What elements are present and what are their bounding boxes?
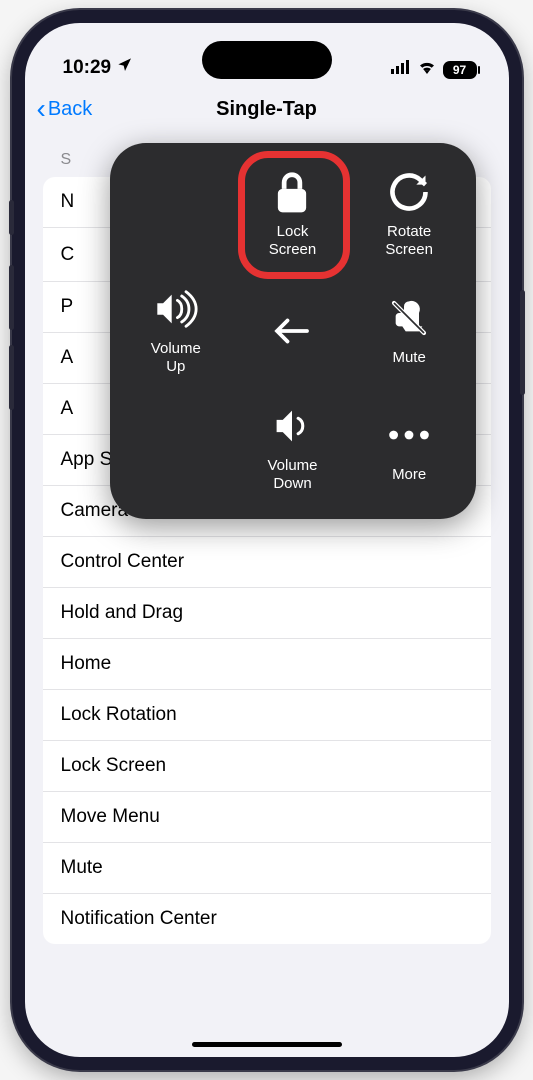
mute-button[interactable]: Mute: [351, 272, 468, 389]
rotate-screen-button[interactable]: Rotate Screen: [351, 155, 468, 272]
status-left: 10:29: [63, 57, 134, 79]
battery-percent: 97: [453, 63, 466, 77]
side-button: [9, 265, 14, 330]
list-item[interactable]: Move Menu: [43, 792, 491, 843]
overlay-spacer: [118, 390, 235, 507]
phone-frame: 10:29 97 ‹ Back S: [12, 10, 522, 1070]
status-right: 97: [391, 60, 477, 79]
side-button: [9, 345, 14, 410]
wifi-icon: [417, 60, 437, 79]
lock-screen-button[interactable]: Lock Screen: [234, 155, 351, 272]
list-item[interactable]: Lock Screen: [43, 741, 491, 792]
list-item[interactable]: Home: [43, 639, 491, 690]
more-button[interactable]: More: [351, 390, 468, 507]
side-button: [520, 290, 525, 395]
rotate-screen-label: Rotate Screen: [385, 223, 433, 259]
list-item[interactable]: Hold and Drag: [43, 588, 491, 639]
list-item[interactable]: Lock Rotation: [43, 690, 491, 741]
volume-down-button[interactable]: Volume Down: [234, 390, 351, 507]
overlay-spacer: [118, 155, 235, 272]
list-item[interactable]: Control Center: [43, 537, 491, 588]
phone-screen: 10:29 97 ‹ Back S: [25, 23, 509, 1057]
status-time: 10:29: [63, 57, 112, 79]
volume-up-icon: [153, 286, 199, 332]
more-label: More: [392, 466, 426, 484]
back-arrow-button[interactable]: [234, 272, 351, 389]
mute-icon: [386, 295, 432, 341]
more-dots-icon: [386, 412, 432, 458]
battery-icon: 97: [443, 61, 477, 79]
volume-down-label: Volume Down: [267, 457, 317, 493]
chevron-left-icon: ‹: [37, 95, 46, 123]
back-button[interactable]: ‹ Back: [37, 95, 93, 123]
cellular-signal-icon: [391, 60, 411, 79]
mute-label: Mute: [392, 349, 425, 367]
volume-up-label: Volume Up: [151, 340, 201, 376]
volume-down-icon: [269, 403, 315, 449]
dynamic-island: [202, 41, 332, 79]
page-title: Single-Tap: [216, 98, 317, 121]
list-item[interactable]: Notification Center: [43, 894, 491, 944]
lock-screen-label: Lock Screen: [269, 223, 317, 259]
lock-icon: [269, 169, 315, 215]
back-label: Back: [48, 98, 92, 121]
location-arrow-icon: [117, 57, 133, 79]
rotate-icon: [386, 169, 432, 215]
volume-up-button[interactable]: Volume Up: [118, 272, 235, 389]
arrow-left-icon: [269, 308, 315, 354]
nav-bar: ‹ Back Single-Tap: [25, 85, 509, 133]
side-button: [9, 200, 14, 235]
assistive-touch-menu: Lock Screen Rotate Screen Volume Up: [110, 143, 476, 519]
home-indicator[interactable]: [192, 1042, 342, 1047]
list-item[interactable]: Mute: [43, 843, 491, 894]
